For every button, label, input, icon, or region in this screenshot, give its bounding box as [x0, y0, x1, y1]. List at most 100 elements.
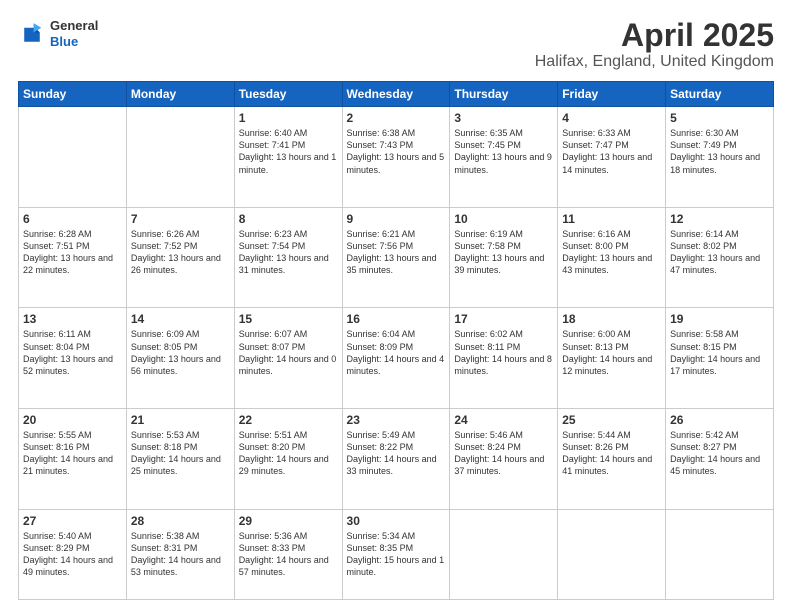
day-info: Sunrise: 5:49 AM Sunset: 8:22 PM Dayligh… [347, 429, 446, 478]
day-number: 16 [347, 312, 446, 326]
day-info: Sunrise: 6:00 AM Sunset: 8:13 PM Dayligh… [562, 328, 661, 377]
day-number: 15 [239, 312, 338, 326]
title-block: April 2025 Halifax, England, United King… [535, 18, 774, 71]
day-info: Sunrise: 6:28 AM Sunset: 7:51 PM Dayligh… [23, 228, 122, 277]
table-row: 7Sunrise: 6:26 AM Sunset: 7:52 PM Daylig… [126, 207, 234, 308]
day-number: 23 [347, 413, 446, 427]
table-row: 18 Sunrise: 6:00 AM Sunset: 8:13 PM Dayli… [558, 308, 666, 409]
logo-blue: Blue [50, 34, 98, 50]
table-row: 14 Sunrise: 6:09 AM Sunset: 8:05 PM Dayli… [126, 308, 234, 409]
table-row: 28 Sunrise: 5:38 AM Sunset: 8:31 PM Dayli… [126, 509, 234, 599]
day-number: 19 [670, 312, 769, 326]
day-number: 25 [562, 413, 661, 427]
day-info: Sunrise: 6:07 AM Sunset: 8:07 PM Dayligh… [239, 328, 338, 377]
day-number: 22 [239, 413, 338, 427]
day-number: 6 [23, 212, 122, 226]
table-row: 22 Sunrise: 5:51 AM Sunset: 8:20 PM Dayli… [234, 409, 342, 510]
day-info: Sunrise: 5:36 AM Sunset: 8:33 PM Dayligh… [239, 530, 338, 579]
logo-icon [18, 20, 46, 48]
table-row: 6 Sunrise: 6:28 AM Sunset: 7:51 PM Daylig… [19, 207, 127, 308]
table-row: 5 Sunrise: 6:30 AM Sunset: 7:49 PM Daylig… [666, 107, 774, 208]
header-thursday: Thursday [450, 82, 558, 107]
table-row: 30 Sunrise: 5:34 AM Sunset: 8:35 PM Dayli… [342, 509, 450, 599]
table-row: 19 Sunrise: 5:58 AM Sunset: 8:15 PM Dayli… [666, 308, 774, 409]
table-row [450, 509, 558, 599]
day-info: Sunrise: 6:11 AM Sunset: 8:04 PM Dayligh… [23, 328, 122, 377]
table-row: 2 Sunrise: 6:38 AM Sunset: 7:43 PM Daylig… [342, 107, 450, 208]
day-number: 13 [23, 312, 122, 326]
day-info: Sunrise: 6:26 AM Sunset: 7:52 PM Dayligh… [131, 228, 230, 277]
day-number: 14 [131, 312, 230, 326]
table-row: 13 Sunrise: 6:11 AM Sunset: 8:04 PM Dayli… [19, 308, 127, 409]
table-row: 1Sunrise: 6:40 AM Sunset: 7:41 PM Daylig… [234, 107, 342, 208]
table-row [19, 107, 127, 208]
page: General Blue April 2025 Halifax, England… [0, 0, 792, 612]
table-row: 16 Sunrise: 6:04 AM Sunset: 8:09 PM Dayli… [342, 308, 450, 409]
day-number: 24 [454, 413, 553, 427]
table-row: 20Sunrise: 5:55 AM Sunset: 8:16 PM Dayli… [19, 409, 127, 510]
day-number: 29 [239, 514, 338, 528]
day-number: 30 [347, 514, 446, 528]
day-number: 28 [131, 514, 230, 528]
day-number: 3 [454, 111, 553, 125]
logo: General Blue [18, 18, 98, 49]
table-row: 21 Sunrise: 5:53 AM Sunset: 8:18 PM Dayli… [126, 409, 234, 510]
day-number: 10 [454, 212, 553, 226]
day-info: Sunrise: 5:46 AM Sunset: 8:24 PM Dayligh… [454, 429, 553, 478]
table-row: 8 Sunrise: 6:23 AM Sunset: 7:54 PM Daylig… [234, 207, 342, 308]
table-row: 11Sunrise: 6:16 AM Sunset: 8:00 PM Dayli… [558, 207, 666, 308]
header-wednesday: Wednesday [342, 82, 450, 107]
day-info: Sunrise: 5:34 AM Sunset: 8:35 PM Dayligh… [347, 530, 446, 579]
table-row: 23 Sunrise: 5:49 AM Sunset: 8:22 PM Dayli… [342, 409, 450, 510]
logo-general: General [50, 18, 98, 34]
day-info: Sunrise: 5:53 AM Sunset: 8:18 PM Dayligh… [131, 429, 230, 478]
table-row: 25 Sunrise: 5:44 AM Sunset: 8:26 PM Dayli… [558, 409, 666, 510]
day-info: Sunrise: 5:38 AM Sunset: 8:31 PM Dayligh… [131, 530, 230, 579]
day-info: Sunrise: 6:09 AM Sunset: 8:05 PM Dayligh… [131, 328, 230, 377]
day-info: Sunrise: 6:19 AM Sunset: 7:58 PM Dayligh… [454, 228, 553, 277]
day-number: 5 [670, 111, 769, 125]
day-info: Sunrise: 6:04 AM Sunset: 8:09 PM Dayligh… [347, 328, 446, 377]
day-number: 12 [670, 212, 769, 226]
table-row [126, 107, 234, 208]
day-number: 11 [562, 212, 661, 226]
header-monday: Monday [126, 82, 234, 107]
header: General Blue April 2025 Halifax, England… [18, 18, 774, 71]
day-number: 17 [454, 312, 553, 326]
day-number: 4 [562, 111, 661, 125]
day-number: 21 [131, 413, 230, 427]
day-info: Sunrise: 6:21 AM Sunset: 7:56 PM Dayligh… [347, 228, 446, 277]
table-row: 12 Sunrise: 6:14 AM Sunset: 8:02 PM Dayli… [666, 207, 774, 308]
table-row: 3Sunrise: 6:35 AM Sunset: 7:45 PM Daylig… [450, 107, 558, 208]
day-info: Sunrise: 6:02 AM Sunset: 8:11 PM Dayligh… [454, 328, 553, 377]
header-tuesday: Tuesday [234, 82, 342, 107]
calendar-table: Sunday Monday Tuesday Wednesday Thursday… [18, 81, 774, 600]
logo-text: General Blue [50, 18, 98, 49]
table-row: 10 Sunrise: 6:19 AM Sunset: 7:58 PM Dayli… [450, 207, 558, 308]
day-number: 26 [670, 413, 769, 427]
table-row: 17 Sunrise: 6:02 AM Sunset: 8:11 PM Dayli… [450, 308, 558, 409]
day-info: Sunrise: 5:44 AM Sunset: 8:26 PM Dayligh… [562, 429, 661, 478]
day-info: Sunrise: 6:23 AM Sunset: 7:54 PM Dayligh… [239, 228, 338, 277]
day-number: 9 [347, 212, 446, 226]
day-info: Sunrise: 6:38 AM Sunset: 7:43 PM Dayligh… [347, 127, 446, 176]
table-row: 29 Sunrise: 5:36 AM Sunset: 8:33 PM Dayli… [234, 509, 342, 599]
calendar-title: April 2025 [535, 18, 774, 53]
day-info: Sunrise: 5:51 AM Sunset: 8:20 PM Dayligh… [239, 429, 338, 478]
day-info: Sunrise: 6:14 AM Sunset: 8:02 PM Dayligh… [670, 228, 769, 277]
table-row: 27Sunrise: 5:40 AM Sunset: 8:29 PM Dayli… [19, 509, 127, 599]
day-info: Sunrise: 6:33 AM Sunset: 7:47 PM Dayligh… [562, 127, 661, 176]
table-row: 26 Sunrise: 5:42 AM Sunset: 8:27 PM Dayli… [666, 409, 774, 510]
day-info: Sunrise: 6:40 AM Sunset: 7:41 PM Dayligh… [239, 127, 338, 176]
header-sunday: Sunday [19, 82, 127, 107]
day-number: 2 [347, 111, 446, 125]
day-number: 8 [239, 212, 338, 226]
day-number: 20 [23, 413, 122, 427]
table-row: 4 Sunrise: 6:33 AM Sunset: 7:47 PM Daylig… [558, 107, 666, 208]
day-info: Sunrise: 5:40 AM Sunset: 8:29 PM Dayligh… [23, 530, 122, 579]
day-info: Sunrise: 6:30 AM Sunset: 7:49 PM Dayligh… [670, 127, 769, 176]
day-number: 18 [562, 312, 661, 326]
day-info: Sunrise: 5:58 AM Sunset: 8:15 PM Dayligh… [670, 328, 769, 377]
day-info: Sunrise: 5:42 AM Sunset: 8:27 PM Dayligh… [670, 429, 769, 478]
table-row: 9 Sunrise: 6:21 AM Sunset: 7:56 PM Daylig… [342, 207, 450, 308]
